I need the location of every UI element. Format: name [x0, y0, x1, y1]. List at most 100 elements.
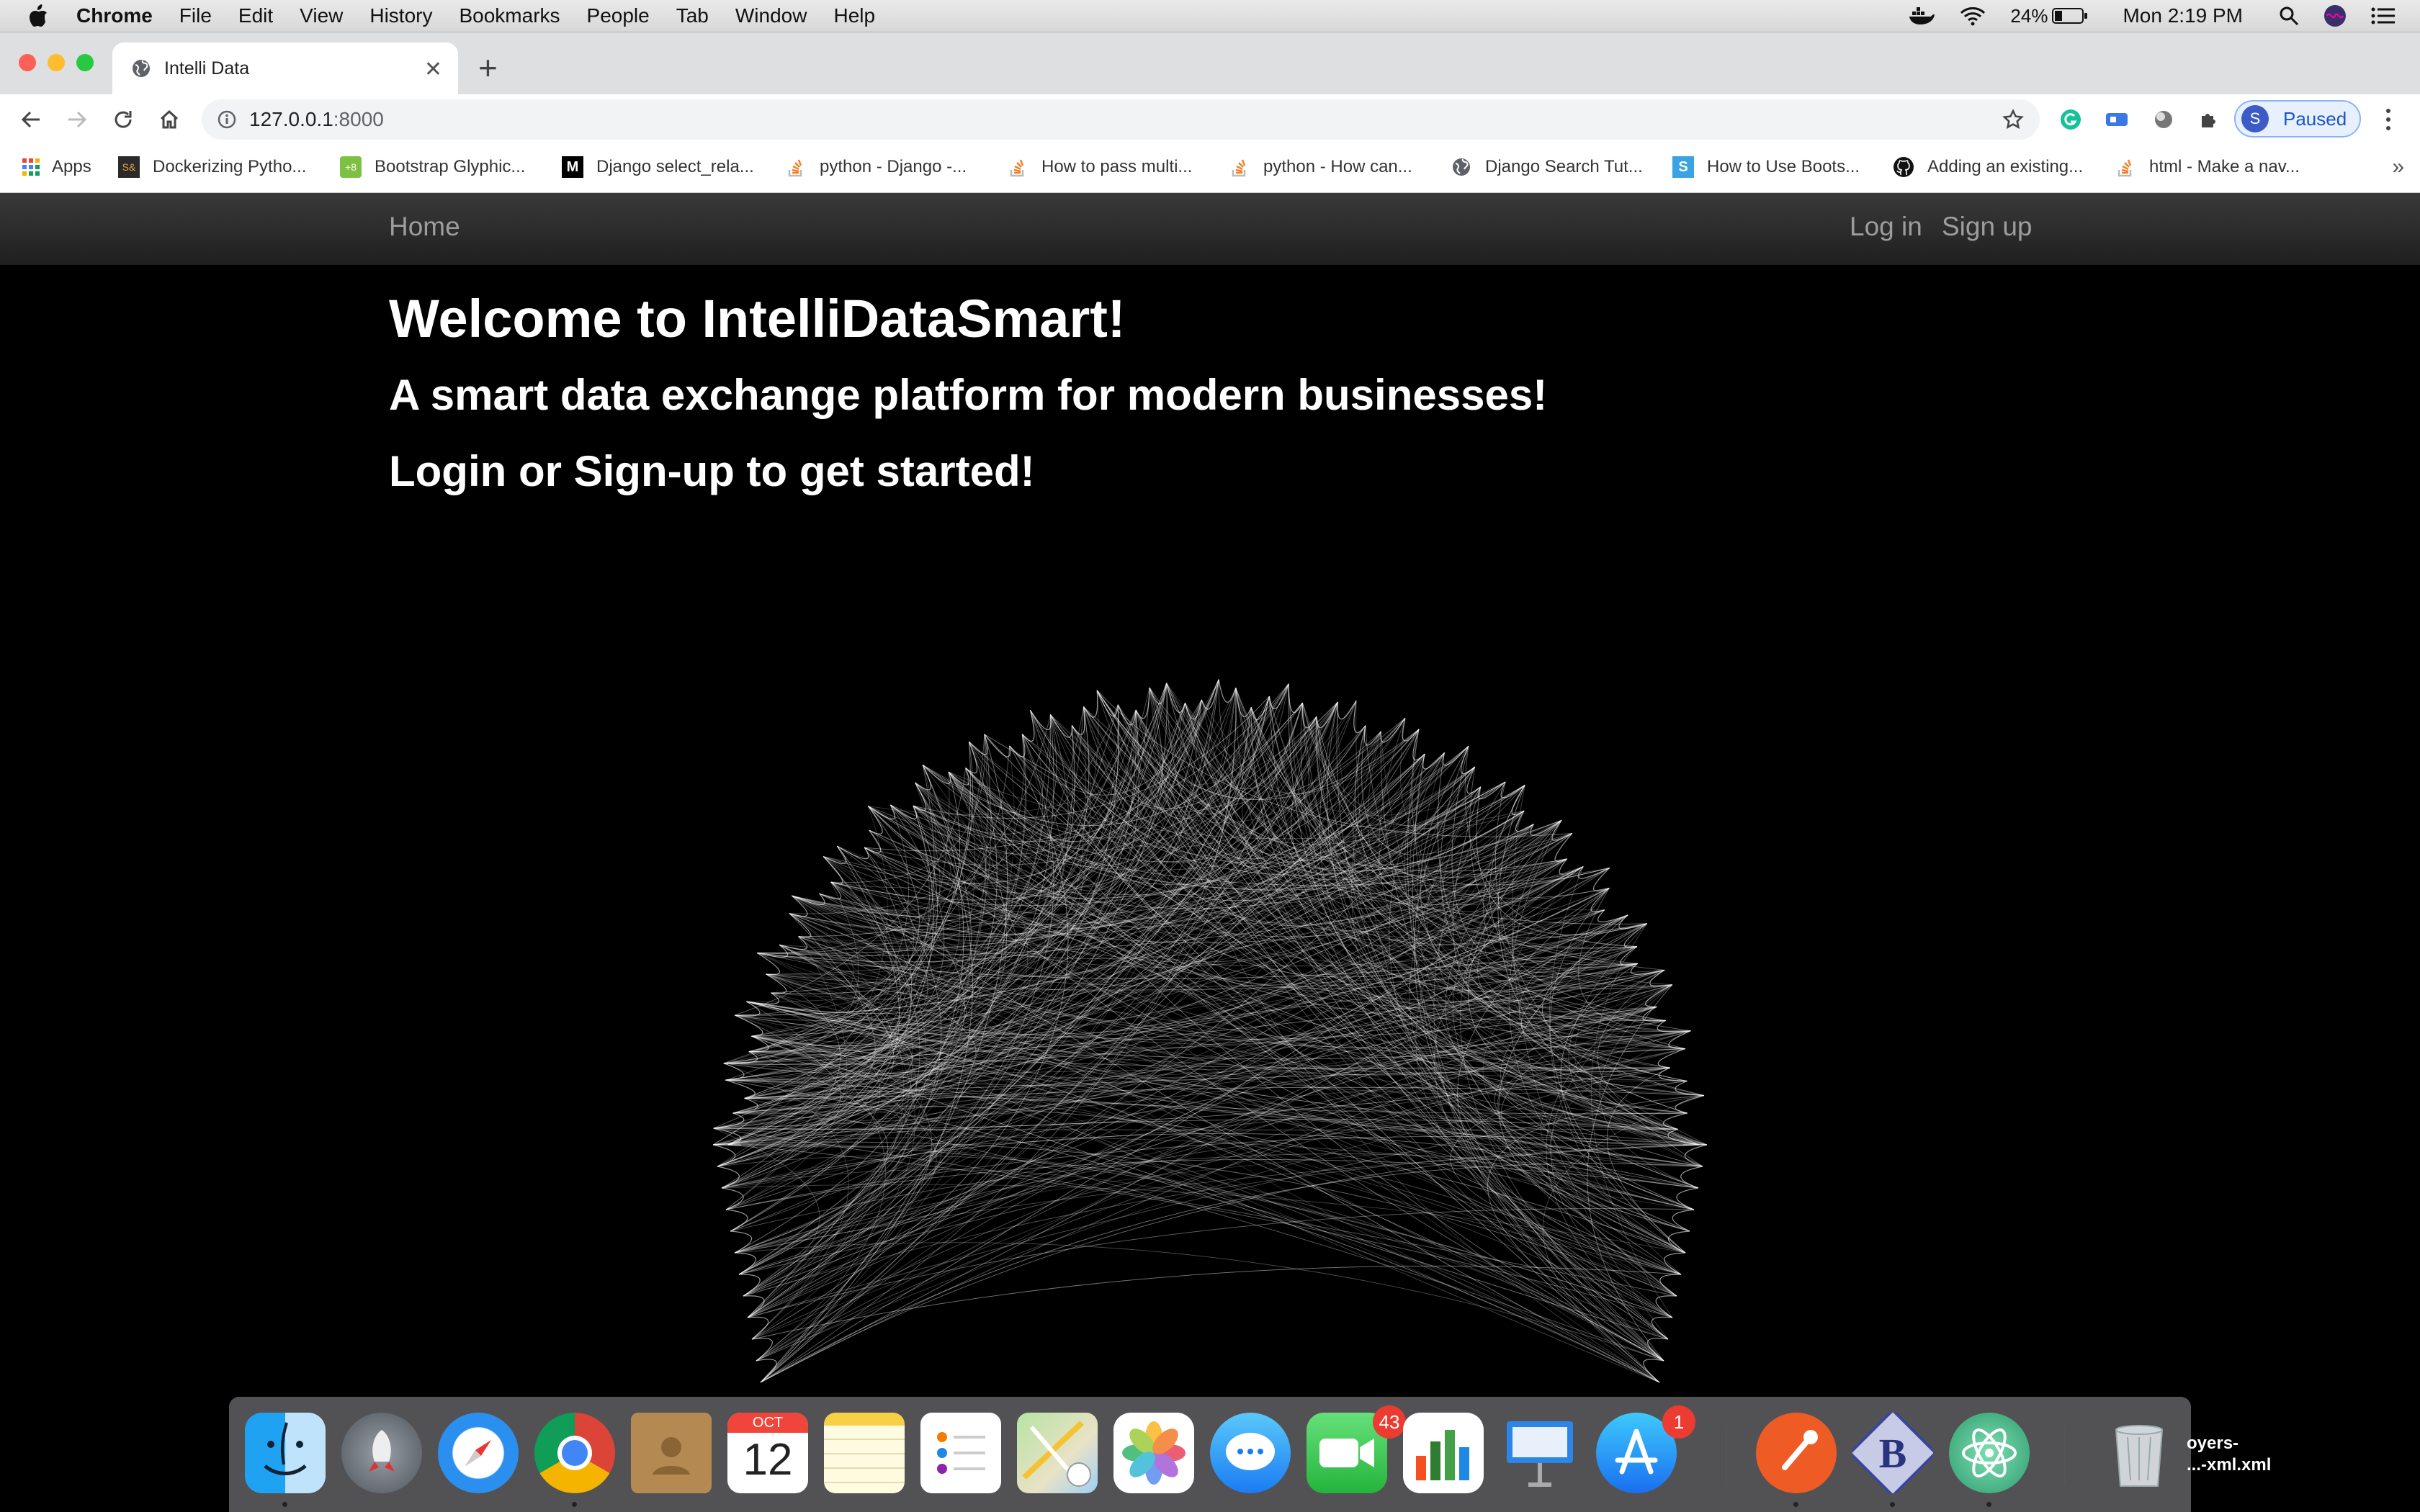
bookmark-item[interactable]: +8 Bootstrap Glyphic... — [340, 156, 525, 178]
stackoverflow-icon — [1007, 156, 1028, 178]
battery-status[interactable]: 24% — [2010, 5, 2088, 27]
apps-grid-icon — [20, 156, 42, 178]
docker-icon[interactable] — [1908, 6, 1935, 26]
nav-home-link[interactable]: Home — [389, 212, 460, 242]
window-minimize-button[interactable] — [48, 54, 65, 71]
facetime-badge: 43 — [1373, 1405, 1406, 1439]
bookmark-item[interactable]: Adding an existing... — [1893, 156, 2083, 178]
photos-icon[interactable] — [1113, 1413, 1194, 1493]
stackoverflow-icon — [2115, 156, 2136, 178]
menu-file[interactable]: File — [179, 4, 212, 27]
file-label-line: oyers- — [2187, 1434, 2239, 1453]
dock-separator — [1726, 1426, 1727, 1486]
bookmark-item[interactable]: How to pass multi... — [1007, 156, 1192, 178]
bookmark-item[interactable]: M Django select_rela... — [562, 156, 754, 178]
bookmark-label: Adding an existing... — [1927, 157, 2084, 176]
bookmark-label: Bootstrap Glyphic... — [375, 157, 526, 176]
web-strand — [760, 1144, 1700, 1383]
finder-icon[interactable] — [245, 1413, 326, 1493]
nav-signup-link[interactable]: Sign up — [1942, 212, 2033, 242]
profile-avatar: S — [2241, 105, 2269, 132]
site-info-icon[interactable] — [218, 110, 236, 129]
postman-icon[interactable] — [1756, 1413, 1837, 1493]
desktop-file-label[interactable]: oyers- ...-xml.xml — [2187, 1433, 2271, 1476]
menu-bookmarks[interactable]: Bookmarks — [459, 4, 560, 27]
web-rim-segment — [1667, 1230, 1690, 1254]
home-button[interactable] — [156, 106, 183, 133]
browser-tab[interactable]: Intelli Data ✕ — [112, 42, 458, 94]
bookmark-item[interactable]: Django Search Tut... — [1451, 156, 1643, 178]
running-indicator — [572, 1502, 577, 1507]
nav-login-link[interactable]: Log in — [1850, 212, 1922, 242]
clock[interactable]: Mon 2:19 PM — [2123, 4, 2243, 27]
bookmark-label: Dockerizing Pytho... — [153, 157, 307, 176]
extension-badge-icon[interactable] — [2105, 110, 2129, 129]
chrome-icon[interactable] — [534, 1413, 615, 1493]
bookmark-item[interactable]: python - How can... — [1229, 156, 1412, 178]
maps-icon[interactable] — [1017, 1413, 1098, 1493]
notification-center-icon[interactable] — [2371, 6, 2396, 25]
menu-history[interactable]: History — [369, 4, 432, 27]
address-bar[interactable]: 127.0.0.1:8000 — [202, 99, 2040, 140]
new-tab-button[interactable]: + — [478, 48, 498, 87]
web-strand — [1135, 709, 1506, 845]
bbedit-icon[interactable]: B — [1847, 1408, 1938, 1498]
trash-icon[interactable] — [2099, 1413, 2179, 1493]
back-button[interactable] — [17, 106, 45, 133]
web-strand — [713, 1128, 820, 1297]
profile-button[interactable]: S Paused — [2234, 100, 2361, 138]
web-strand — [1184, 703, 1476, 874]
bookmark-item[interactable]: python - Django -... — [785, 156, 967, 178]
grammarly-extension-icon[interactable] — [2060, 109, 2081, 130]
globe-icon — [133, 60, 150, 77]
menu-people[interactable]: People — [587, 4, 650, 27]
medium-icon: M — [562, 156, 583, 178]
web-rim-segment — [1672, 1209, 1695, 1232]
wifi-icon[interactable] — [1960, 6, 1986, 26]
dock-separator — [2064, 1426, 2066, 1486]
chrome-menu-icon[interactable] — [2384, 107, 2393, 132]
network-web-graphic — [712, 679, 1708, 1383]
notes-icon[interactable] — [824, 1413, 905, 1493]
site-navbar: Home Log in Sign up — [0, 193, 2420, 266]
app-store-badge: 1 — [1662, 1405, 1695, 1439]
calendar-icon[interactable]: OCT 12 — [727, 1413, 808, 1493]
reload-button[interactable] — [109, 106, 137, 133]
web-strand — [734, 768, 967, 1016]
spotlight-search-icon[interactable] — [2279, 6, 2299, 26]
apple-icon[interactable] — [27, 4, 49, 28]
window-zoom-button[interactable] — [76, 54, 94, 71]
web-strand — [1096, 690, 1669, 1340]
menu-tab[interactable]: Tab — [676, 4, 709, 27]
window-close-button[interactable] — [19, 54, 36, 71]
keynote-icon[interactable] — [1500, 1413, 1580, 1493]
bookmark-item[interactable]: S& Dockerizing Pytho... — [118, 156, 306, 178]
extensions-puzzle-icon[interactable] — [2198, 109, 2220, 130]
globe-icon — [1451, 156, 1472, 178]
bookmark-item[interactable]: html - Make a nav... — [2115, 156, 2300, 178]
running-indicator — [282, 1502, 287, 1507]
reminders-icon[interactable] — [920, 1413, 1001, 1493]
atom-icon[interactable] — [1949, 1413, 2030, 1493]
bookmark-item[interactable]: S How to Use Boots... — [1672, 156, 1860, 178]
bookmark-apps[interactable]: Apps — [20, 156, 91, 178]
messages-icon[interactable] — [1210, 1413, 1291, 1493]
menu-window[interactable]: Window — [735, 4, 807, 27]
web-strand — [792, 782, 951, 911]
numbers-icon[interactable] — [1403, 1413, 1484, 1493]
bookmark-star-icon[interactable] — [2002, 109, 2024, 130]
contacts-icon[interactable] — [631, 1413, 712, 1493]
bookmark-label: python - How can... — [1263, 157, 1412, 176]
bookmarks-overflow-icon[interactable]: » — [2392, 155, 2404, 179]
launchpad-icon[interactable] — [341, 1413, 422, 1493]
extension-circle-icon[interactable] — [2154, 109, 2174, 130]
safari-icon[interactable] — [438, 1413, 519, 1493]
siri-icon[interactable] — [2323, 4, 2347, 27]
calendar-day: 12 — [743, 1435, 793, 1485]
menu-help[interactable]: Help — [833, 4, 875, 27]
menu-edit[interactable]: Edit — [238, 4, 273, 27]
menu-app-chrome[interactable]: Chrome — [76, 4, 153, 27]
menu-view[interactable]: View — [300, 4, 343, 27]
tab-close-icon[interactable]: ✕ — [424, 57, 442, 82]
forward-button[interactable] — [63, 106, 91, 133]
